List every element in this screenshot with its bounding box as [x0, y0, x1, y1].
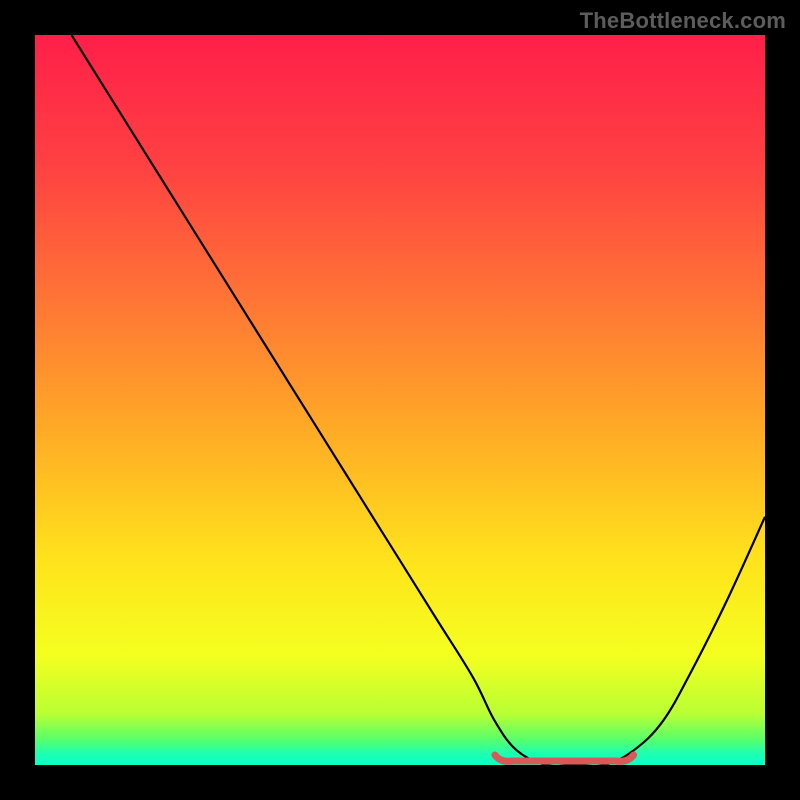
- gradient-background: [35, 35, 765, 765]
- watermark-text: TheBottleneck.com: [580, 8, 786, 34]
- chart-frame: TheBottleneck.com: [0, 0, 800, 800]
- bottleneck-chart: [35, 35, 765, 765]
- plot-area: [35, 35, 765, 765]
